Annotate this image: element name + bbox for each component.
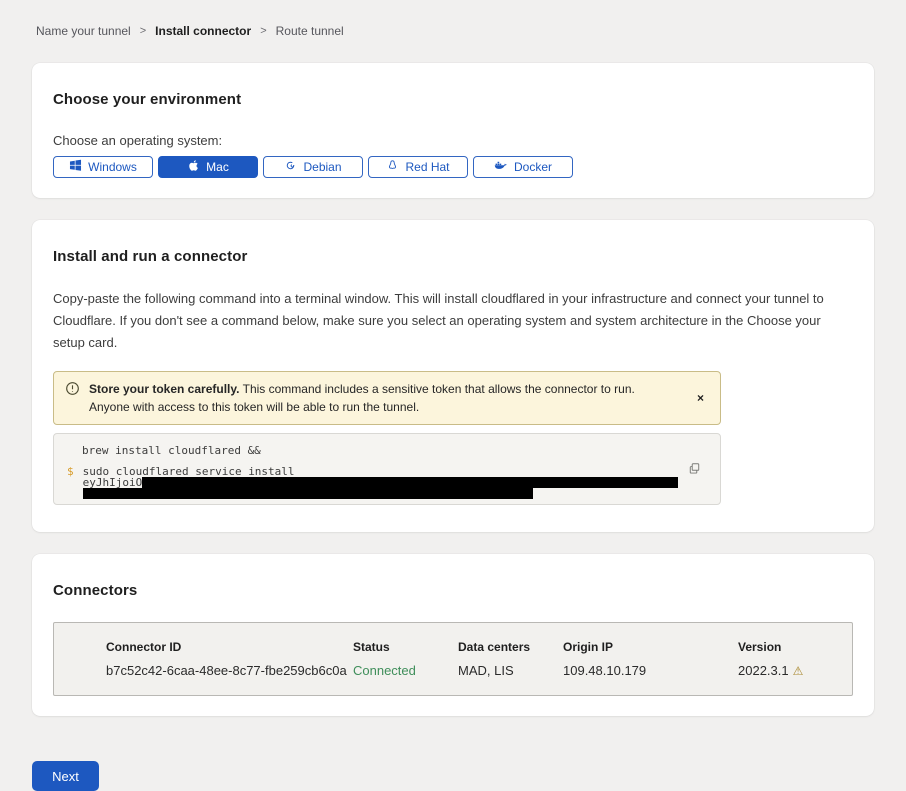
os-button-windows[interactable]: Windows (53, 156, 153, 178)
connector-data-centers-value: MAD, LIS (458, 663, 563, 678)
install-command-codeblock: brew install cloudflared && $ sudo cloud… (53, 433, 721, 505)
linux-penguin-icon (386, 159, 399, 175)
connector-version-value: 2022.3.1 ⚠ (738, 663, 842, 678)
breadcrumb: Name your tunnel > Install connector > R… (32, 0, 874, 38)
breadcrumb-separator: > (140, 25, 146, 37)
col-header-version: Version (738, 640, 842, 654)
version-number: 2022.3.1 (738, 663, 789, 678)
copy-icon (688, 463, 701, 478)
os-button-label: Red Hat (405, 160, 449, 174)
col-header-data-centers: Data centers (458, 640, 563, 654)
install-connector-card: Install and run a connector Copy-paste t… (32, 220, 874, 532)
code-line-sudo: sudo cloudflared service install (83, 466, 679, 477)
version-warning-icon: ⚠ (793, 664, 804, 678)
os-button-debian[interactable]: Debian (263, 156, 363, 178)
terminal-prompt: $ (67, 466, 74, 499)
redacted-token-bar (83, 488, 533, 499)
apple-icon (187, 159, 200, 175)
os-button-mac[interactable]: Mac (158, 156, 258, 178)
connectors-card-title: Connectors (53, 582, 853, 599)
install-card-description: Copy-paste the following command into a … (53, 288, 851, 354)
breadcrumb-name-your-tunnel[interactable]: Name your tunnel (36, 24, 131, 38)
alert-text: Store your token carefully. This command… (89, 380, 649, 416)
alert-circle-icon (65, 381, 80, 401)
code-command-body: sudo cloudflared service install eyJhIjo… (83, 466, 679, 499)
environment-card: Choose your environment Choose an operat… (32, 63, 874, 198)
redacted-token-bar (142, 477, 678, 488)
page: Name your tunnel > Install connector > R… (0, 0, 906, 791)
install-card-title: Install and run a connector (53, 248, 853, 265)
close-icon[interactable]: × (693, 388, 708, 408)
windows-icon (69, 159, 82, 175)
token-warning-alert: Store your token carefully. This command… (53, 371, 721, 425)
docker-whale-icon (494, 159, 508, 175)
col-header-origin-ip: Origin IP (563, 640, 738, 654)
col-header-status: Status (353, 640, 458, 654)
debian-icon (284, 159, 297, 175)
copy-command-button[interactable] (686, 460, 703, 480)
alert-title: Store your token carefully. (89, 382, 240, 396)
os-button-group: Windows Mac Debian Red Hat (53, 156, 853, 178)
connector-status-value: Connected (353, 663, 458, 678)
connector-origin-ip-value: 109.48.10.179 (563, 663, 738, 678)
environment-card-title: Choose your environment (53, 91, 853, 108)
os-button-label: Windows (88, 160, 137, 174)
os-button-redhat[interactable]: Red Hat (368, 156, 468, 178)
connectors-table: Connector ID Status Data centers Origin … (53, 622, 853, 696)
breadcrumb-route-tunnel[interactable]: Route tunnel (276, 24, 344, 38)
connector-id-value: b7c52c42-6caa-48ee-8c77-fbe259cb6c0a (106, 663, 353, 678)
col-header-connector-id: Connector ID (106, 640, 353, 654)
os-button-docker[interactable]: Docker (473, 156, 573, 178)
breadcrumb-install-connector[interactable]: Install connector (155, 24, 251, 38)
code-line-brew: brew install cloudflared && (82, 445, 706, 456)
connectors-card: Connectors Connector ID Status Data cent… (32, 554, 874, 716)
os-button-label: Docker (514, 160, 552, 174)
os-button-label: Mac (206, 160, 229, 174)
os-button-label: Debian (303, 160, 341, 174)
breadcrumb-separator: > (260, 25, 266, 37)
next-button[interactable]: Next (32, 761, 99, 791)
os-select-label: Choose an operating system: (53, 133, 853, 148)
